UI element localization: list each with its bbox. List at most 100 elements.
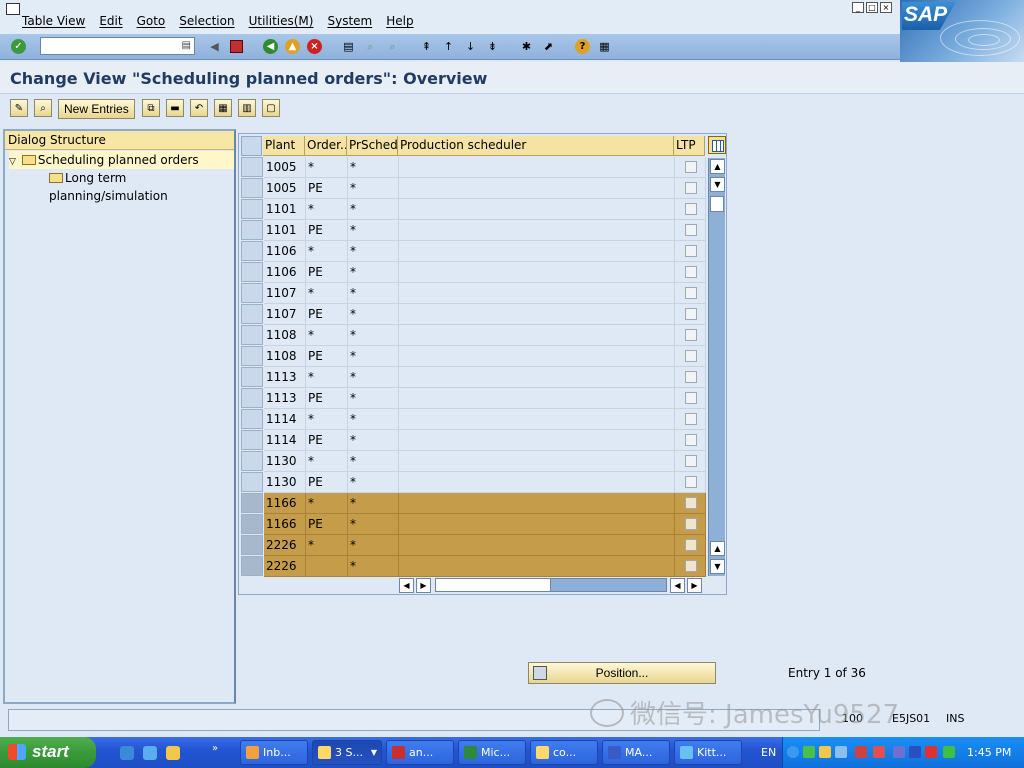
scroll-down-icon[interactable]: ▼ bbox=[710, 559, 725, 574]
ltp-checkbox[interactable] bbox=[685, 497, 697, 509]
ltp-checkbox[interactable] bbox=[685, 224, 697, 236]
cell-prsched[interactable]: * bbox=[348, 409, 399, 430]
menu-system[interactable]: System bbox=[327, 14, 372, 28]
cell-order-type[interactable]: * bbox=[306, 199, 348, 220]
copy-as-icon[interactable]: ⧉ bbox=[142, 99, 160, 117]
cell-prsched[interactable]: * bbox=[348, 178, 399, 199]
tray-security-icon[interactable] bbox=[893, 746, 905, 758]
maximize-icon[interactable]: □ bbox=[866, 2, 878, 13]
wifi-icon[interactable] bbox=[943, 746, 955, 758]
table-row[interactable]: 1106 * * bbox=[241, 241, 707, 262]
cell-plant[interactable]: 1166 bbox=[264, 493, 306, 514]
ltp-checkbox[interactable] bbox=[685, 287, 697, 299]
column-header-ltp[interactable]: LTP bbox=[674, 136, 705, 156]
chevron-right-icon[interactable]: » bbox=[212, 743, 224, 754]
tree-item-long-term-planning[interactable]: Long term planning/simulation bbox=[49, 169, 234, 203]
cell-prsched[interactable]: * bbox=[348, 262, 399, 283]
menu-help[interactable]: Help bbox=[386, 14, 413, 28]
cell-plant[interactable]: 1107 bbox=[264, 283, 306, 304]
cell-order-type[interactable]: * bbox=[306, 493, 348, 514]
task-ma[interactable]: MA... bbox=[602, 740, 670, 765]
table-row[interactable]: 1107 * * bbox=[241, 283, 707, 304]
cell-production-scheduler[interactable] bbox=[399, 346, 675, 367]
cell-plant[interactable]: 1108 bbox=[264, 325, 306, 346]
tray-app-icon[interactable] bbox=[873, 746, 885, 758]
cell-prsched[interactable]: * bbox=[348, 388, 399, 409]
display-change-icon[interactable]: ✎ bbox=[10, 99, 28, 117]
ltp-checkbox[interactable] bbox=[685, 371, 697, 383]
cell-production-scheduler[interactable] bbox=[399, 493, 675, 514]
table-row[interactable]: 1130 PE * bbox=[241, 472, 707, 493]
cell-production-scheduler[interactable] bbox=[399, 472, 675, 493]
ltp-checkbox[interactable] bbox=[685, 329, 697, 341]
row-select-button[interactable] bbox=[241, 388, 263, 408]
previous-page-icon[interactable]: ↑ bbox=[440, 38, 457, 55]
row-select-button[interactable] bbox=[241, 325, 263, 345]
tray-expand-icon[interactable] bbox=[787, 746, 799, 758]
ltp-checkbox[interactable] bbox=[685, 308, 697, 320]
cell-production-scheduler[interactable] bbox=[399, 199, 675, 220]
cell-production-scheduler[interactable] bbox=[399, 535, 675, 556]
row-select-button[interactable] bbox=[241, 493, 263, 513]
tray-network-icon[interactable] bbox=[835, 746, 847, 758]
horizontal-scroll-thumb[interactable] bbox=[435, 578, 551, 592]
new-entries-button[interactable]: New Entries bbox=[58, 99, 135, 119]
row-select-button[interactable] bbox=[241, 241, 263, 261]
table-row[interactable]: 1114 * * bbox=[241, 409, 707, 430]
cell-production-scheduler[interactable] bbox=[399, 388, 675, 409]
vertical-scrollbar[interactable]: ▲ ▼ ▲ ▼ bbox=[708, 158, 725, 576]
task-sap-sessions[interactable]: 3 S... ▼ bbox=[312, 740, 382, 765]
cell-order-type[interactable]: * bbox=[306, 157, 348, 178]
menu-utilities[interactable]: Utilities(M) bbox=[249, 14, 314, 28]
exit-icon[interactable]: ▲ bbox=[284, 38, 301, 55]
row-select-button[interactable] bbox=[241, 283, 263, 303]
column-header-production-scheduler[interactable]: Production scheduler bbox=[398, 136, 674, 156]
back-arrow-icon[interactable]: ◀ bbox=[206, 38, 223, 55]
cell-prsched[interactable]: * bbox=[348, 199, 399, 220]
cell-prsched[interactable]: * bbox=[348, 514, 399, 535]
cell-plant[interactable]: 1166 bbox=[264, 514, 306, 535]
cell-order-type[interactable] bbox=[306, 556, 348, 577]
ltp-checkbox[interactable] bbox=[685, 413, 697, 425]
ltp-checkbox[interactable] bbox=[685, 161, 697, 173]
first-page-icon[interactable]: ⇞ bbox=[418, 38, 435, 55]
cell-order-type[interactable]: PE bbox=[306, 178, 348, 199]
tray-clock-icon[interactable] bbox=[819, 746, 831, 758]
table-row[interactable]: 1107 PE * bbox=[241, 304, 707, 325]
cell-production-scheduler[interactable] bbox=[399, 178, 675, 199]
menu-table-view[interactable]: Table View bbox=[22, 14, 85, 28]
cell-production-scheduler[interactable] bbox=[399, 283, 675, 304]
cell-order-type[interactable]: PE bbox=[306, 472, 348, 493]
page-down-icon[interactable]: ▼ bbox=[710, 177, 725, 192]
cell-prsched[interactable]: * bbox=[348, 304, 399, 325]
create-session-icon[interactable]: ✱ bbox=[518, 38, 535, 55]
select-block-icon[interactable]: ▥ bbox=[238, 99, 256, 117]
row-select-button[interactable] bbox=[241, 178, 263, 198]
cell-order-type[interactable]: * bbox=[306, 451, 348, 472]
print-icon[interactable]: ▤ bbox=[340, 38, 357, 55]
row-select-button[interactable] bbox=[241, 262, 263, 282]
tray-chart-icon[interactable] bbox=[855, 746, 867, 758]
column-header-prsched[interactable]: PrSched bbox=[347, 136, 398, 156]
cell-order-type[interactable]: * bbox=[306, 325, 348, 346]
cell-prsched[interactable]: * bbox=[348, 346, 399, 367]
row-select-button[interactable] bbox=[241, 451, 263, 471]
cell-production-scheduler[interactable] bbox=[399, 409, 675, 430]
task-folder[interactable]: co... bbox=[530, 740, 598, 765]
cell-prsched[interactable]: * bbox=[348, 556, 399, 577]
back-icon[interactable]: ◀ bbox=[262, 38, 279, 55]
ltp-checkbox[interactable] bbox=[685, 350, 697, 362]
ltp-checkbox[interactable] bbox=[685, 476, 697, 488]
language-indicator[interactable]: EN bbox=[761, 746, 776, 759]
enter-icon[interactable]: ✓ bbox=[10, 38, 27, 55]
row-select-button[interactable] bbox=[241, 430, 263, 450]
close-icon[interactable]: × bbox=[880, 2, 892, 13]
ltp-checkbox[interactable] bbox=[685, 392, 697, 404]
cell-prsched[interactable]: * bbox=[348, 451, 399, 472]
cell-production-scheduler[interactable] bbox=[399, 220, 675, 241]
position-button[interactable]: Position... bbox=[528, 662, 716, 684]
cell-order-type[interactable]: * bbox=[306, 535, 348, 556]
last-page-icon[interactable]: ⇟ bbox=[484, 38, 501, 55]
page-right-icon[interactable]: ▶ bbox=[416, 578, 431, 593]
table-row[interactable]: 1130 * * bbox=[241, 451, 707, 472]
